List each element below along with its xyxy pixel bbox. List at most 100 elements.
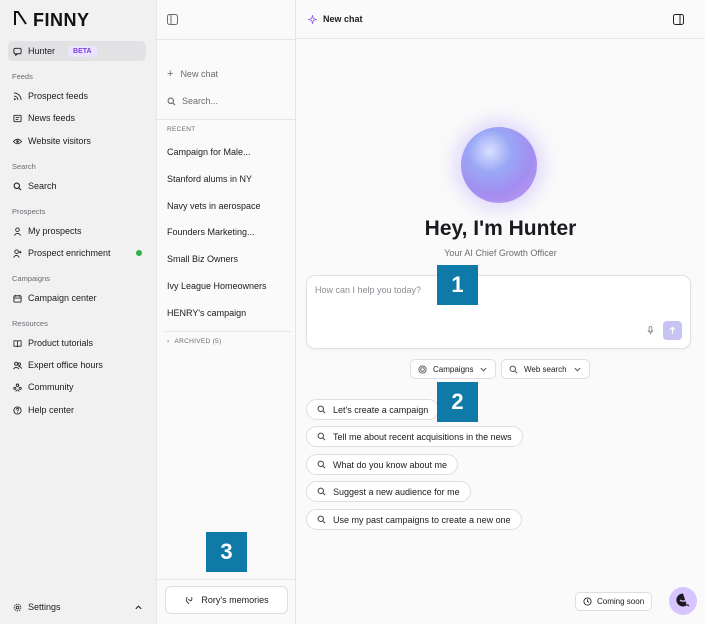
search-icon: [317, 460, 326, 469]
send-button[interactable]: [663, 321, 682, 340]
chat-support-icon: [675, 592, 691, 610]
nav-item-label: Search: [28, 181, 57, 191]
suggestion-label: What do you know about me: [333, 459, 448, 470]
chat-history-panel: + New chat Search... RECENT Campaign for…: [156, 0, 296, 624]
user-plus-icon: [13, 248, 22, 258]
campaigns-tool-dropdown[interactable]: Campaigns: [410, 359, 497, 379]
suggestion-chip[interactable]: Use my past campaigns to create a new on…: [306, 509, 522, 530]
plus-icon: +: [167, 67, 174, 80]
search-icon: [317, 487, 326, 496]
greeting-heading: Hey, I'm Hunter: [424, 217, 577, 240]
section-search: Search: [12, 162, 36, 171]
chat-history-item[interactable]: Navy vets in aerospace: [167, 201, 289, 211]
chat-history-item[interactable]: Stanford alums in NY: [167, 174, 289, 184]
search-icon: [317, 405, 326, 414]
coming-soon-label: Coming soon: [597, 597, 645, 606]
toggle-panel-icon[interactable]: [673, 14, 684, 25]
calendar-icon: [13, 294, 22, 303]
eye-icon: [13, 137, 22, 146]
chat-history-item[interactable]: Ivy League Homeowners: [167, 281, 289, 291]
suggestion-chip[interactable]: Let's create a campaign: [306, 399, 440, 420]
suggestion-chip[interactable]: Tell me about recent acquisitions in the…: [306, 426, 523, 447]
search-placeholder: Search...: [182, 96, 219, 106]
nav-item-my-prospects[interactable]: My prospects: [13, 224, 149, 238]
chevron-down-icon: [479, 365, 488, 374]
search-icon: [317, 432, 326, 441]
nav-item-news-feeds[interactable]: News feeds: [13, 111, 149, 125]
nav-item-prospect-enrichment[interactable]: Prospect enrichment: [13, 246, 149, 260]
finny-logo-icon: [13, 10, 29, 31]
settings-label: Settings: [28, 602, 61, 612]
nav-item-product-tutorials[interactable]: Product tutorials: [13, 336, 149, 350]
prompt-placeholder: How can I help you today?: [315, 285, 422, 295]
gear-icon: [13, 603, 22, 612]
divider: [157, 39, 296, 40]
memories-button[interactable]: Rory's memories: [165, 586, 288, 614]
divider: [157, 579, 296, 580]
recent-label: RECENT: [167, 126, 196, 133]
nav-item-label: Product tutorials: [28, 338, 94, 348]
suggestion-chip[interactable]: What do you know about me: [306, 454, 459, 475]
section-resources: Resources: [12, 319, 48, 328]
suggestion-chip[interactable]: Suggest a new audience for me: [306, 481, 471, 502]
suggestion-label: Suggest a new audience for me: [333, 486, 460, 497]
newspaper-icon: [13, 114, 22, 123]
support-chat-button[interactable]: [669, 587, 697, 615]
settings-menu[interactable]: Settings: [13, 600, 143, 614]
section-campaigns: Campaigns: [12, 274, 50, 283]
chevron-down-icon: [573, 365, 582, 374]
chat-history-item[interactable]: Small Biz Owners: [167, 254, 289, 264]
nav-item-community[interactable]: Community: [13, 380, 149, 394]
finny-logo[interactable]: FINNY: [13, 10, 90, 30]
chevron-up-icon: [134, 603, 143, 612]
nav-item-label: Help center: [28, 405, 75, 415]
nav-item-label: Prospect enrichment: [28, 248, 111, 258]
nav-item-prospect-feeds[interactable]: Prospect feeds: [13, 89, 149, 103]
coming-soon-button[interactable]: Coming soon: [575, 592, 653, 611]
archived-label: ARCHIVED (5): [174, 338, 222, 345]
microphone-icon[interactable]: [646, 326, 655, 335]
annotation-marker-2: 2: [437, 382, 478, 422]
nav-item-label: Expert office hours: [28, 360, 103, 370]
nav-item-website-visitors[interactable]: Website visitors: [13, 134, 149, 148]
archived-toggle[interactable]: › ARCHIVED (5): [167, 338, 221, 345]
chat-history-item[interactable]: Founders Marketing...: [167, 227, 289, 237]
search-icon: [13, 182, 22, 191]
chat-search-input[interactable]: Search...: [167, 96, 218, 106]
rss-icon: [13, 91, 22, 101]
annotation-marker-3: 3: [206, 532, 247, 572]
users-icon: [13, 361, 22, 370]
greeting-subtitle: Your AI Chief Growth Officer: [444, 248, 557, 258]
web-search-tool-dropdown[interactable]: Web search: [501, 359, 590, 379]
nav-item-expert-office-hours[interactable]: Expert office hours: [13, 358, 149, 372]
divider: [165, 331, 291, 332]
nav-item-label: Community: [28, 382, 74, 392]
nav-item-help-center[interactable]: Help center: [13, 403, 149, 417]
chat-history-item[interactable]: Campaign for Male...: [167, 147, 289, 157]
book-icon: [13, 339, 22, 348]
section-prospects: Prospects: [12, 207, 46, 216]
memories-label: Rory's memories: [201, 595, 269, 605]
nav-item-hunter[interactable]: Hunter BETA: [8, 41, 146, 61]
beta-badge: BETA: [68, 45, 97, 57]
suggestion-label: Let's create a campaign: [333, 404, 429, 415]
chat-history-item[interactable]: HENRY's campaign: [167, 308, 289, 318]
suggestion-label: Tell me about recent acquisitions in the…: [333, 431, 512, 442]
clock-icon: [583, 597, 592, 606]
nav-item-label: Website visitors: [28, 136, 91, 146]
nav-item-search[interactable]: Search: [13, 179, 149, 193]
web-search-tool-label: Web search: [524, 364, 567, 374]
brand-name: FINNY: [33, 9, 90, 30]
nav-item-campaign-center[interactable]: Campaign center: [13, 291, 149, 305]
hunter-orb-avatar: [461, 127, 537, 203]
sparkle-icon: [308, 14, 317, 24]
annotation-marker-1: 1: [437, 265, 478, 305]
chevron-right-icon: ›: [167, 338, 170, 345]
new-chat-button[interactable]: + New chat: [167, 67, 218, 80]
arrow-up-icon: [668, 326, 677, 335]
collapse-sidebar-icon[interactable]: [167, 14, 178, 25]
suggestion-label: Use my past campaigns to create a new on…: [333, 514, 511, 525]
chat-title: New chat: [308, 14, 363, 24]
divider: [157, 119, 296, 120]
prompt-input[interactable]: How can I help you today?: [306, 275, 691, 349]
